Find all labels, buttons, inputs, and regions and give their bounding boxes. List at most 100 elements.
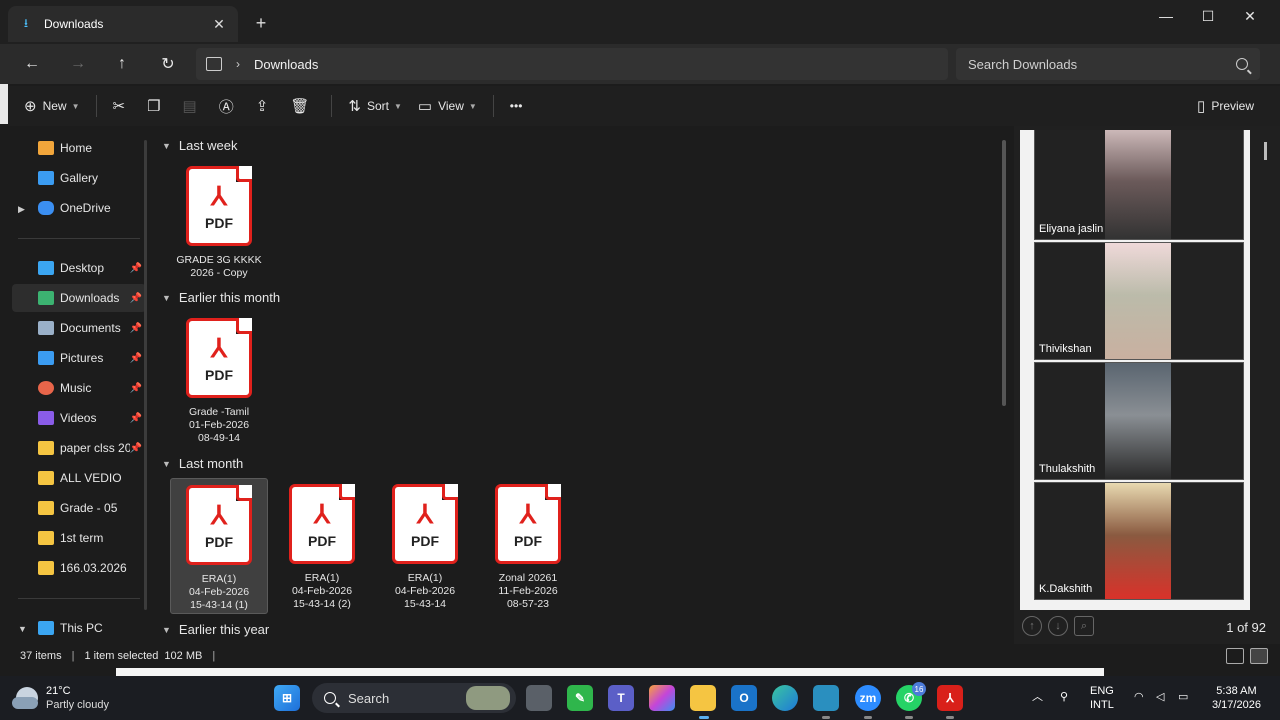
file-item[interactable]: ⅄ PDF ERA(1) 04-Feb-2026 15-43-14 (376, 478, 474, 614)
preview-toolbar: ↑ ↓ ⌕ (1022, 616, 1094, 636)
pin-icon[interactable]: 📌 (130, 443, 142, 454)
search-icon[interactable] (1236, 58, 1248, 70)
pin-icon[interactable]: 📌 (130, 413, 142, 424)
sidebar-item-documents[interactable]: Documents 📌 (12, 314, 146, 342)
minimize-button[interactable]: — (1144, 4, 1188, 28)
videos-icon (38, 411, 54, 425)
file-explorer-icon[interactable] (690, 685, 716, 711)
paste-button[interactable]: ▤ (175, 90, 211, 122)
outlook-icon[interactable]: O (731, 685, 757, 711)
sort-button[interactable]: ⇅ Sort ▼ (340, 90, 410, 122)
sidebar-item-music[interactable]: Music 📌 (12, 374, 146, 402)
sidebar-item-desktop[interactable]: Desktop 📌 (12, 254, 146, 282)
sidebar-item-gallery[interactable]: Gallery (12, 164, 146, 192)
sidebar-scrollbar[interactable] (144, 140, 147, 610)
task-view-icon[interactable] (526, 685, 552, 711)
large-icons-view-icon[interactable] (1250, 648, 1268, 664)
maximize-button[interactable]: ☐ (1186, 4, 1230, 28)
chevron-right-icon[interactable]: › (236, 57, 240, 71)
trash-icon: 🗑 (290, 98, 310, 115)
sidebar-item-1st-term[interactable]: 1st term (12, 524, 146, 552)
back-button[interactable]: ← (18, 50, 46, 78)
new-tab-button[interactable]: + (250, 12, 272, 34)
show-hidden-icons-chevron-icon[interactable]: ︿ (1032, 690, 1043, 704)
forward-button[interactable]: → (64, 50, 92, 78)
arrow-down-icon[interactable]: ↓ (1048, 616, 1068, 636)
store-app-icon[interactable] (813, 685, 839, 711)
tab-downloads[interactable]: ⭳ Downloads ✕ (8, 6, 238, 42)
file-item[interactable]: ⅄ PDF GRADE 3G KKKK 2026 - Copy (170, 160, 268, 296)
find-icon[interactable]: ⌕ (1074, 616, 1094, 636)
start-button[interactable]: ⊞ (274, 685, 300, 711)
delete-button[interactable]: 🗑 (282, 90, 323, 122)
sidebar-item-home[interactable]: Home (12, 134, 146, 162)
sidebar-item-onedrive[interactable]: OneDrive (12, 194, 146, 222)
sheets-app-icon[interactable]: ✎ (567, 685, 593, 711)
sidebar-item-166-03-2026[interactable]: 166.03.2026 (12, 554, 146, 582)
volume-icon[interactable]: ◁ (1156, 690, 1164, 704)
weather-widget[interactable]: 21°C Partly cloudy (12, 684, 109, 712)
acrobat-icon[interactable]: ⅄ (937, 685, 963, 711)
preview-scrollbar[interactable] (1264, 142, 1267, 160)
edge-icon[interactable] (772, 685, 798, 711)
more-options-button[interactable]: ••• (502, 90, 531, 122)
details-view-icon[interactable] (1226, 648, 1244, 664)
sidebar-item-all-vedio[interactable]: ALL VEDIO (12, 464, 146, 492)
group-header-last-week[interactable]: ▼ Last week (162, 138, 237, 153)
language-indicator[interactable]: ENG INTL (1090, 684, 1114, 712)
sidebar-item-pictures[interactable]: Pictures 📌 (12, 344, 146, 372)
taskbar-search[interactable]: Search (312, 683, 516, 713)
file-item[interactable]: ⅄ PDF ERA(1) 04-Feb-2026 15-43-14 (2) (273, 478, 371, 614)
pin-icon[interactable]: 📌 (130, 263, 142, 274)
temperature: 21°C (46, 685, 71, 697)
breadcrumb-downloads[interactable]: Downloads (254, 57, 318, 72)
pdf-file-icon: ⅄ PDF (392, 484, 458, 564)
copilot-icon[interactable] (649, 685, 675, 711)
network-status-icon[interactable]: ⚲ (1060, 690, 1068, 704)
search-input[interactable] (968, 56, 1208, 72)
close-tab-icon[interactable]: ✕ (210, 15, 228, 33)
close-button[interactable]: ✕ (1228, 4, 1272, 28)
pin-icon[interactable]: 📌 (130, 293, 142, 304)
address-box[interactable]: › Downloads (196, 48, 948, 80)
chevron-down-icon: ▼ (162, 140, 171, 151)
search-highlight-image (466, 686, 510, 710)
pin-icon[interactable]: 📌 (130, 383, 142, 394)
share-button[interactable]: ⇪ (248, 90, 283, 122)
preview-button[interactable]: ▯ Preview (1189, 90, 1262, 122)
group-header-earlier-this-month[interactable]: ▼ Earlier this month (162, 290, 280, 305)
window-edge (0, 84, 8, 124)
file-item[interactable]: ⅄ PDF Grade -Tamil 01-Feb-2026 08-49-14 (170, 312, 268, 448)
sidebar-item-videos[interactable]: Videos 📌 (12, 404, 146, 432)
refresh-button[interactable]: ↻ (154, 50, 182, 78)
paste-icon: ▤ (182, 98, 197, 115)
cut-button[interactable]: ✂ (105, 90, 140, 122)
wifi-icon[interactable]: ◠ (1134, 690, 1144, 704)
download-icon: ⭳ (23, 15, 29, 30)
teams-icon[interactable]: T (608, 685, 634, 711)
sidebar-item-downloads[interactable]: Downloads 📌 (12, 284, 146, 312)
running-indicator (905, 716, 913, 719)
pin-icon[interactable]: 📌 (130, 323, 142, 334)
clock[interactable]: 5:38 AM 3/17/2026 (1212, 684, 1261, 712)
arrow-up-icon[interactable]: ↑ (1022, 616, 1042, 636)
sidebar-item-this-pc[interactable]: This PC (12, 614, 146, 642)
view-button[interactable]: ▭ View ▼ (410, 90, 485, 122)
content-scrollbar[interactable] (1002, 140, 1006, 406)
divider: | (71, 650, 75, 662)
rename-button[interactable]: Ⓐ (211, 90, 248, 122)
up-button[interactable]: ↑ (108, 50, 136, 78)
group-header-earlier-this-year[interactable]: ▼ Earlier this year (162, 622, 269, 637)
file-name: ERA(1) 04-Feb-2026 15-43-14 (2) (291, 572, 353, 610)
file-item[interactable]: ⅄ PDF Zonal 20261 11-Feb-2026 08-57-23 (479, 478, 577, 614)
group-header-last-month[interactable]: ▼ Last month (162, 456, 243, 471)
pin-icon[interactable]: 📌 (130, 353, 142, 364)
copy-button[interactable]: ❐ (139, 90, 174, 122)
sidebar-item-paper-clss[interactable]: paper clss 20 📌 (12, 434, 146, 462)
sidebar-item-grade-05[interactable]: Grade - 05 (12, 494, 146, 522)
file-item-selected[interactable]: ⅄ PDF ERA(1) 04-Feb-2026 15-43-14 (1) (170, 478, 268, 614)
battery-icon[interactable]: ▭ (1178, 690, 1188, 704)
new-button[interactable]: ⊕ New ▼ (16, 90, 88, 122)
running-indicator (864, 716, 872, 719)
zoom-icon[interactable]: zm (855, 685, 881, 711)
